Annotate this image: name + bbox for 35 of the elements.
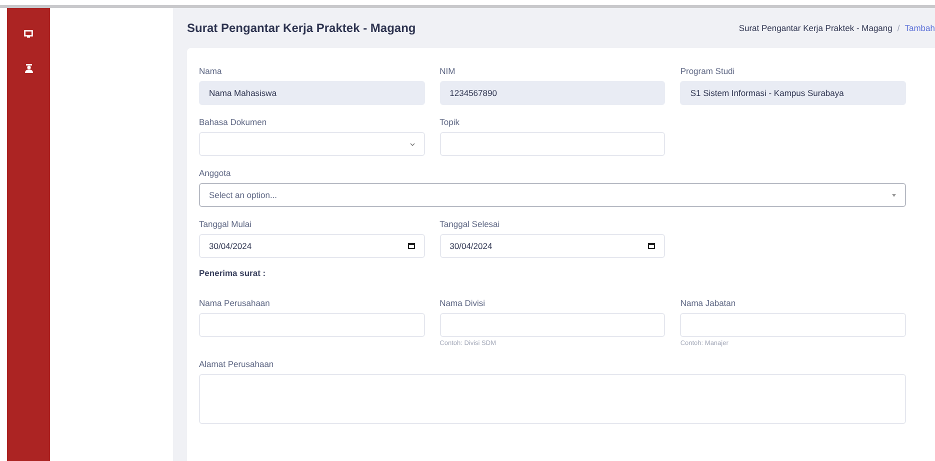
- field-label: NIM: [440, 66, 456, 76]
- textarea-field[interactable]: [199, 374, 906, 424]
- readonly-field: Nama Mahasiswa: [199, 81, 425, 105]
- date-field[interactable]: 30/04/2024: [440, 234, 666, 258]
- field-label: Nama Jabatan: [680, 298, 737, 308]
- field-label: Anggota: [199, 168, 232, 178]
- date-field[interactable]: 30/04/2024: [199, 234, 425, 258]
- section-heading: Penerima surat :: [199, 268, 267, 278]
- chevron-icon: [410, 142, 415, 146]
- calendar-icon: [648, 243, 656, 249]
- input-field[interactable]: [680, 313, 906, 337]
- dropdown-field[interactable]: [199, 132, 425, 156]
- field-label: Nama Perusahaan: [199, 298, 271, 308]
- input-field[interactable]: [440, 313, 666, 337]
- field-label: Nama: [199, 66, 223, 76]
- field-label: Bahasa Dokumen: [199, 117, 268, 127]
- input-field[interactable]: [440, 132, 666, 156]
- input-field[interactable]: [199, 313, 425, 337]
- breadcrumb-link[interactable]: Surat Pengantar Kerja Praktek - Magang: [738, 23, 892, 33]
- field-label: Alamat Perusahaan: [199, 359, 275, 369]
- breadcrumb-link[interactable]: Tambah: [904, 23, 935, 33]
- calendar-icon: [408, 243, 415, 249]
- monitor-icon[interactable]: [24, 30, 33, 38]
- field-label: Program Studi: [680, 66, 736, 76]
- caret-icon: [892, 194, 896, 196]
- readonly-field: S1 Sistem Informasi - Kampus Surabaya: [680, 81, 906, 105]
- field-label: Tanggal Mulai: [199, 219, 252, 229]
- page-title: Surat Pengantar Kerja Praktek - Magang: [187, 21, 416, 35]
- field-label: Nama Divisi: [440, 298, 486, 308]
- field-label: Topik: [440, 117, 460, 127]
- readonly-field: 1234567890: [440, 81, 666, 105]
- field-label: Tanggal Selesai: [440, 219, 501, 229]
- multiselect-field[interactable]: Select an option...: [199, 183, 906, 207]
- person-icon[interactable]: [24, 64, 32, 73]
- breadcrumb-separator: /: [897, 23, 900, 33]
